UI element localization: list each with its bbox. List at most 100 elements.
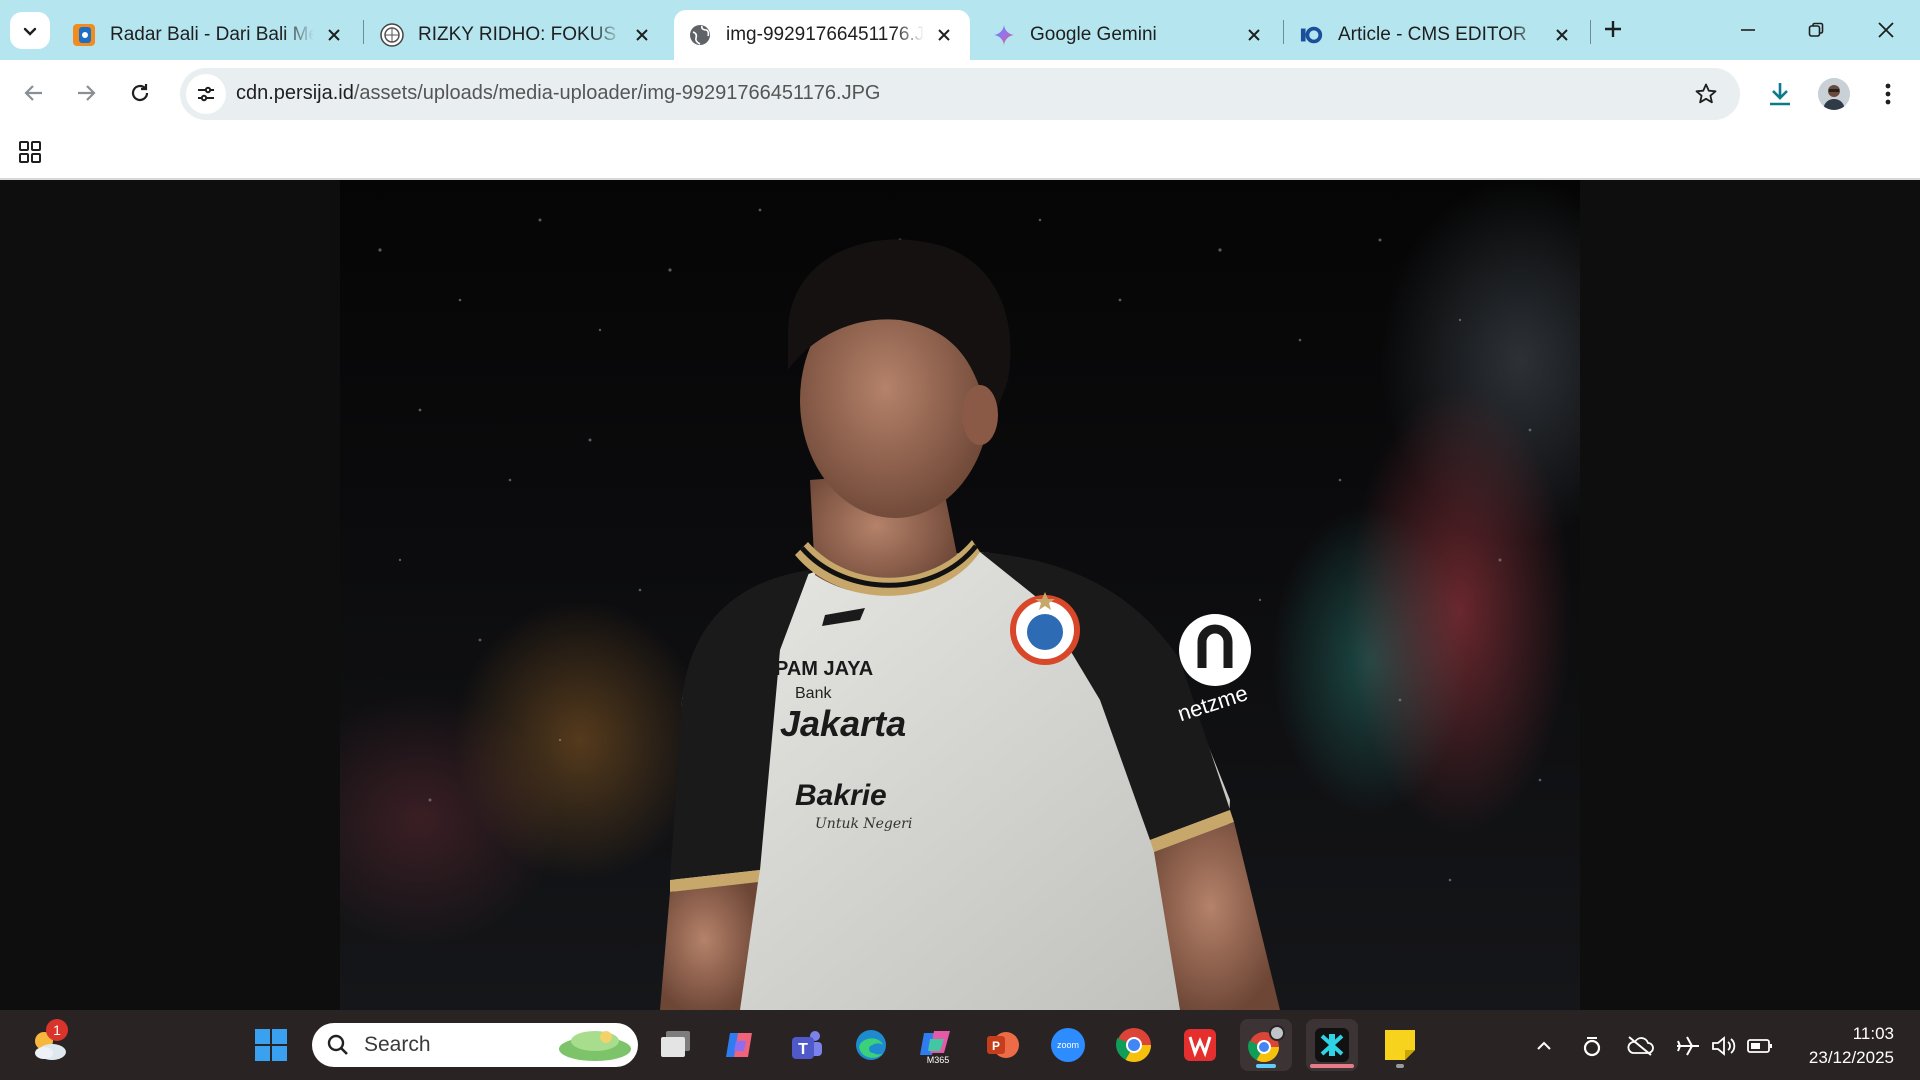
- sponsor-pam-jaya: PAM JAYA: [775, 658, 873, 680]
- url-text[interactable]: cdn.persija.id/assets/uploads/media-uplo…: [236, 82, 880, 105]
- tab-title: Article - CMS EDITOR: [1338, 24, 1527, 45]
- football-player-photo[interactable]: PAM JAYA Bank Jakarta Bakrie Untuk Neger…: [340, 180, 1580, 1010]
- cms-icon: [1300, 23, 1324, 47]
- capcut-button[interactable]: [1306, 1019, 1358, 1071]
- chevron-down-icon: [23, 27, 37, 36]
- reload-icon: [131, 84, 149, 102]
- volume-icon: [1712, 1036, 1736, 1056]
- bookmarks-bar: [0, 128, 1920, 180]
- close-icon[interactable]: [1550, 23, 1574, 47]
- copilot-button[interactable]: [714, 1019, 766, 1071]
- close-icon[interactable]: [630, 23, 654, 47]
- close-window-button[interactable]: [1858, 10, 1914, 50]
- more-vert-icon: [1885, 83, 1891, 105]
- tab-title: Google Gemini: [1030, 24, 1157, 45]
- tab-radar-bali[interactable]: Radar Bali - Dari Bali Menuju Dunia: [58, 10, 360, 60]
- site-info-button[interactable]: [186, 74, 226, 114]
- running-indicator: [1396, 1064, 1404, 1068]
- chrome-icon: [1116, 1028, 1151, 1062]
- restore-icon: [1808, 22, 1824, 37]
- profile-button[interactable]: [1816, 76, 1852, 112]
- minimize-icon: [1741, 29, 1755, 31]
- search-placeholder: Search: [364, 1033, 431, 1056]
- sticky-notes-button[interactable]: [1374, 1019, 1426, 1071]
- clock-time: 11:03: [1852, 1024, 1894, 1043]
- tab-image-active[interactable]: img-99291766451176.JPG: [674, 10, 970, 60]
- powerpoint-button[interactable]: P: [976, 1019, 1028, 1071]
- volume-button[interactable]: [1710, 1032, 1738, 1060]
- search-highlight-icon: [559, 1031, 631, 1061]
- plus-icon: [1605, 21, 1621, 37]
- close-icon[interactable]: [1242, 23, 1266, 47]
- radar-bali-icon: [72, 23, 96, 47]
- active-indicator: [1310, 1064, 1354, 1068]
- tab-separator: [363, 20, 364, 44]
- tab-rizky-ridho[interactable]: RIZKY RIDHO: FOKUS PERSIJA: [366, 10, 668, 60]
- windows-taskbar: 1 Search T M365 P zoom 11:03 23/12/2025: [0, 1010, 1920, 1080]
- close-icon: [1878, 22, 1894, 38]
- teams-icon: T: [792, 1031, 822, 1059]
- edge-button[interactable]: [845, 1019, 897, 1071]
- chrome-button[interactable]: [1108, 1019, 1160, 1071]
- edge-icon: [856, 1030, 886, 1060]
- svg-text:T: T: [798, 1041, 808, 1058]
- close-icon[interactable]: [932, 23, 956, 47]
- tab-google-gemini[interactable]: Google Gemini: [978, 10, 1280, 60]
- zoom-label: zoom: [1057, 1040, 1079, 1050]
- tab-strip: Radar Bali - Dari Bali Menuju Dunia RIZK…: [0, 0, 1920, 60]
- address-bar[interactable]: cdn.persija.id/assets/uploads/media-uplo…: [180, 68, 1740, 120]
- restore-button[interactable]: [1788, 10, 1844, 50]
- clock-date: 23/12/2025: [1808, 1048, 1894, 1067]
- minimize-button[interactable]: [1720, 10, 1776, 50]
- tab-title: img-99291766451176.JPG: [726, 24, 924, 45]
- bookmark-star-button[interactable]: [1692, 80, 1720, 108]
- task-view-button[interactable]: [650, 1019, 702, 1071]
- cloud-off-icon: [1627, 1036, 1654, 1056]
- cloud-offline-button[interactable]: [1626, 1032, 1654, 1060]
- chrome-profile-icon: [1248, 1025, 1285, 1063]
- reload-button[interactable]: [122, 75, 158, 111]
- url-path: /assets/uploads/media-uploader/img-99291…: [353, 82, 881, 104]
- gemini-icon: [992, 23, 1016, 47]
- system-clock[interactable]: 11:03 23/12/2025: [1809, 1022, 1894, 1070]
- forward-button[interactable]: [68, 75, 104, 111]
- weather-badge: 1: [46, 1019, 68, 1041]
- start-button[interactable]: [245, 1019, 297, 1071]
- url-host: cdn.persija.id: [236, 82, 354, 104]
- search-icon: [327, 1034, 348, 1055]
- m365-button[interactable]: M365: [910, 1019, 962, 1071]
- star-icon: [1695, 83, 1717, 104]
- avatar: [1818, 78, 1850, 110]
- tab-search-button[interactable]: [10, 12, 50, 49]
- chrome-profile-button[interactable]: [1240, 1019, 1292, 1071]
- chevron-up-icon: [1537, 1041, 1551, 1050]
- sponsor-bank-jakarta: Jakarta: [780, 703, 906, 744]
- show-hidden-icons-button[interactable]: [1530, 1032, 1558, 1060]
- tab-title: Radar Bali - Dari Bali Menuju Dunia: [110, 24, 314, 45]
- apps-button[interactable]: [16, 138, 44, 166]
- player-illustration: PAM JAYA Bank Jakarta Bakrie Untuk Neger…: [378, 208, 1542, 1010]
- downloads-button[interactable]: [1762, 76, 1798, 112]
- tray-app-button[interactable]: [1578, 1032, 1606, 1060]
- arrow-right-icon: [78, 85, 96, 101]
- chrome-menu-button[interactable]: [1870, 76, 1906, 112]
- teams-button[interactable]: T: [780, 1019, 832, 1071]
- powerpoint-icon: P: [987, 1032, 1019, 1058]
- close-icon[interactable]: [322, 23, 346, 47]
- wps-button[interactable]: [1174, 1019, 1226, 1071]
- tab-cms-editor[interactable]: Article - CMS EDITOR: [1286, 10, 1588, 60]
- m365-icon: M365: [920, 1031, 950, 1065]
- back-button[interactable]: [16, 75, 52, 111]
- tab-separator: [1283, 20, 1284, 44]
- taskbar-search[interactable]: Search: [312, 1023, 638, 1067]
- arrow-left-icon: [24, 85, 42, 101]
- zoom-icon: zoom: [1051, 1028, 1085, 1062]
- sticky-notes-icon: [1385, 1030, 1415, 1060]
- battery-icon: [1747, 1039, 1772, 1053]
- new-tab-button[interactable]: [1598, 14, 1628, 44]
- wps-icon: [1184, 1029, 1216, 1061]
- zoom-button[interactable]: zoom: [1042, 1019, 1094, 1071]
- tab-title: RIZKY RIDHO: FOKUS PERSIJA: [418, 24, 622, 45]
- battery-button[interactable]: [1746, 1032, 1774, 1060]
- airplane-mode-button[interactable]: [1674, 1032, 1702, 1060]
